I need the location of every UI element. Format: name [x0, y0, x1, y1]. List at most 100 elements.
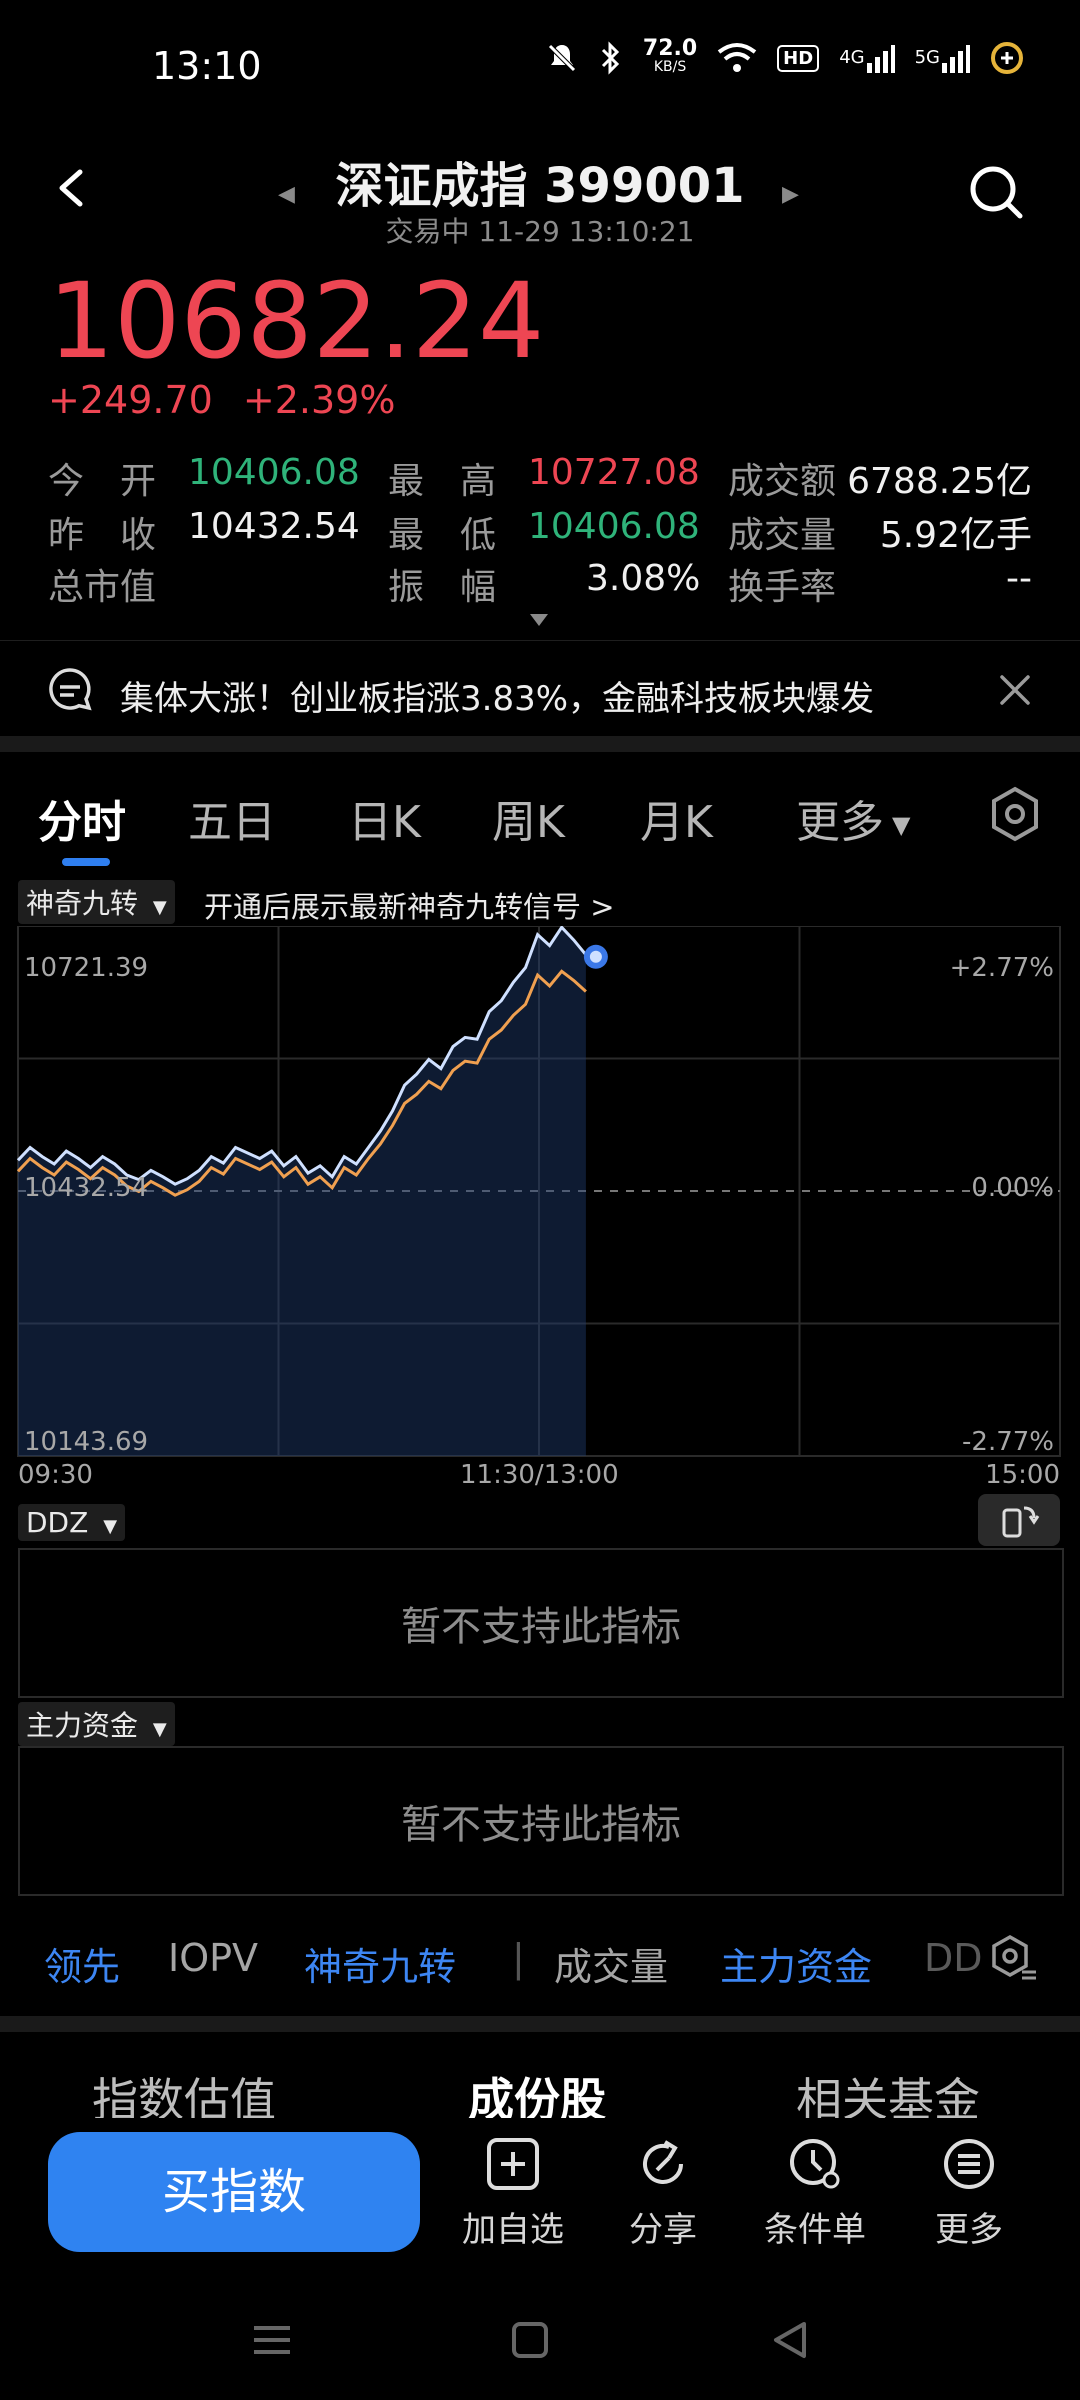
- share-button[interactable]: 分享: [598, 2136, 728, 2251]
- tab-five-day[interactable]: 五日: [188, 786, 276, 850]
- nine-turn-chip[interactable]: 神奇九转 ▼: [18, 880, 175, 924]
- mute-icon: [548, 44, 576, 72]
- expand-stats-icon[interactable]: [528, 612, 550, 628]
- indicator-tab-iopv[interactable]: IOPV: [168, 1936, 258, 1980]
- change-percent: +2.39%: [242, 378, 396, 422]
- divider-glyph: |: [512, 1936, 525, 1980]
- turnover-value: --: [1006, 558, 1032, 599]
- open-label: 今 开: [48, 461, 157, 502]
- amplitude-label: 振 幅: [388, 567, 497, 608]
- x-label-midday: 11:30/13:00: [460, 1460, 619, 1490]
- indicator-tab-nine-turn[interactable]: 神奇九转: [304, 1936, 456, 1991]
- next-index-icon[interactable]: ▶: [782, 182, 799, 207]
- chevron-down-icon: ▼: [892, 811, 911, 839]
- ddz-label: DDZ: [26, 1506, 89, 1539]
- main-funds-unsupported-msg: 暂不支持此指标: [401, 1802, 681, 1848]
- open-value: 10406.08: [188, 452, 360, 493]
- change-value: +249.70: [48, 378, 213, 422]
- trading-status: 交易中 11-29 13:10:21: [385, 215, 695, 248]
- tab-monthly-k[interactable]: 月K: [640, 786, 713, 850]
- amount-value: 6788.25亿: [847, 461, 1032, 502]
- latest-point-core: [589, 950, 602, 963]
- indicator-tab-main-funds[interactable]: 主力资金: [720, 1936, 872, 1991]
- back-nav-icon[interactable]: [760, 2310, 820, 2370]
- section-divider: [0, 736, 1080, 752]
- buy-index-button[interactable]: 买指数: [48, 2132, 420, 2252]
- signal-bars-icon: [866, 45, 895, 73]
- section-divider: [0, 2016, 1080, 2032]
- close-icon[interactable]: [998, 673, 1032, 707]
- nine-turn-label: 神奇九转: [26, 887, 139, 920]
- tab-daily-k[interactable]: 日K: [348, 786, 421, 850]
- clock-icon: [790, 2139, 840, 2189]
- tab-more[interactable]: 更多 ▼: [796, 786, 910, 850]
- share-icon: [643, 2140, 683, 2184]
- pct-mid-label: 0.00%: [971, 1173, 1054, 1203]
- prev-close-label: 昨 收: [48, 515, 157, 556]
- add-square-icon: [487, 2138, 539, 2190]
- share-label: 分享: [629, 2210, 697, 2250]
- x-label-close: 15:00: [985, 1460, 1060, 1490]
- status-bar: 13:10 72.0 KB/S HD 4G 5G: [0, 0, 1080, 130]
- add-watchlist-label: 加自选: [462, 2210, 564, 2250]
- more-menu-icon: [944, 2139, 994, 2189]
- home-nav-icon[interactable]: [500, 2310, 560, 2370]
- ddz-chip[interactable]: DDZ ▼: [18, 1504, 126, 1541]
- tab-weekly-k[interactable]: 周K: [492, 786, 565, 850]
- amount-label: 成交额: [728, 461, 837, 502]
- signal-bars-icon: [942, 45, 970, 73]
- net-speed: 72.0 KB/S: [642, 36, 698, 76]
- rotate-screen-button[interactable]: [978, 1494, 1060, 1546]
- volume-value: 5.92亿手: [879, 515, 1032, 556]
- status-time: 13:10: [152, 44, 262, 88]
- add-watchlist-button[interactable]: 加自选: [448, 2136, 578, 2251]
- header: ◀ 深证成指 399001 交易中 11-29 13:10:21 ▶: [0, 140, 1080, 260]
- tab-more-label: 更多: [796, 797, 884, 848]
- y-bottom-label: 10143.69: [24, 1427, 148, 1457]
- low-value: 10406.08: [528, 506, 700, 547]
- y-top-label: 10721.39: [24, 953, 148, 983]
- current-price: 10682.24: [48, 260, 545, 382]
- indicator-tab-volume[interactable]: 成交量: [554, 1936, 668, 1991]
- main-funds-chip[interactable]: 主力资金 ▼: [18, 1702, 175, 1746]
- condition-order-label: 条件单: [764, 2210, 866, 2250]
- x-label-open: 09:30: [18, 1460, 93, 1490]
- bluetooth-icon: [601, 41, 620, 75]
- condition-order-button[interactable]: 条件单: [750, 2136, 880, 2251]
- chevron-down-icon: ▼: [103, 1516, 118, 1537]
- hd-badge: HD: [777, 44, 820, 72]
- signal-4g: 4G: [839, 43, 895, 73]
- intraday-chart[interactable]: 10721.39 10432.54 10143.69 +2.77% 0.00% …: [0, 926, 1080, 1486]
- page-title: 深证成指 399001: [335, 158, 745, 214]
- main-funds-indicator-panel: 暂不支持此指标: [18, 1746, 1064, 1896]
- price-change: +249.70 +2.39%: [48, 378, 395, 422]
- indicator-settings-icon[interactable]: [988, 1934, 1040, 1982]
- search-icon[interactable]: [966, 162, 1026, 222]
- indicator-tab-dd[interactable]: DD: [924, 1936, 983, 1980]
- more-button[interactable]: 更多: [904, 2136, 1034, 2251]
- rotate-icon: [1002, 1506, 1040, 1538]
- pct-top-label: +2.77%: [950, 953, 1054, 983]
- indicator-tab-lead[interactable]: 领先: [44, 1936, 120, 1991]
- y-mid-label: 10432.54: [24, 1173, 148, 1203]
- news-text[interactable]: 集体大涨！创业板指涨3.83%，金融科技板块爆发: [120, 671, 874, 720]
- high-label: 最 高: [388, 461, 497, 502]
- prev-close-value: 10432.54: [188, 506, 360, 547]
- signal-5g: 5G: [915, 43, 970, 73]
- tab-intraday[interactable]: 分时: [38, 786, 126, 850]
- low-label: 最 低: [388, 515, 497, 556]
- nine-turn-hint[interactable]: 开通后展示最新神奇九转信号 >: [204, 884, 615, 926]
- high-value: 10727.08: [528, 452, 700, 493]
- chevron-down-icon: ▼: [152, 1719, 167, 1740]
- news-banner[interactable]: 集体大涨！创业板指涨3.83%，金融科技板块爆发: [0, 640, 1080, 737]
- settings-icon[interactable]: [988, 786, 1042, 842]
- active-tab-underline: [62, 858, 110, 866]
- pct-bottom-label: -2.77%: [962, 1427, 1054, 1457]
- menu-nav-icon[interactable]: [242, 2310, 302, 2370]
- chat-bubble-icon: [49, 668, 92, 711]
- main-funds-label: 主力资金: [26, 1709, 139, 1742]
- turnover-label: 换手率: [728, 567, 837, 608]
- ddz-indicator-panel: 暂不支持此指标: [18, 1548, 1064, 1698]
- mcap-label: 总市值: [48, 567, 157, 608]
- wifi-icon: [717, 43, 757, 72]
